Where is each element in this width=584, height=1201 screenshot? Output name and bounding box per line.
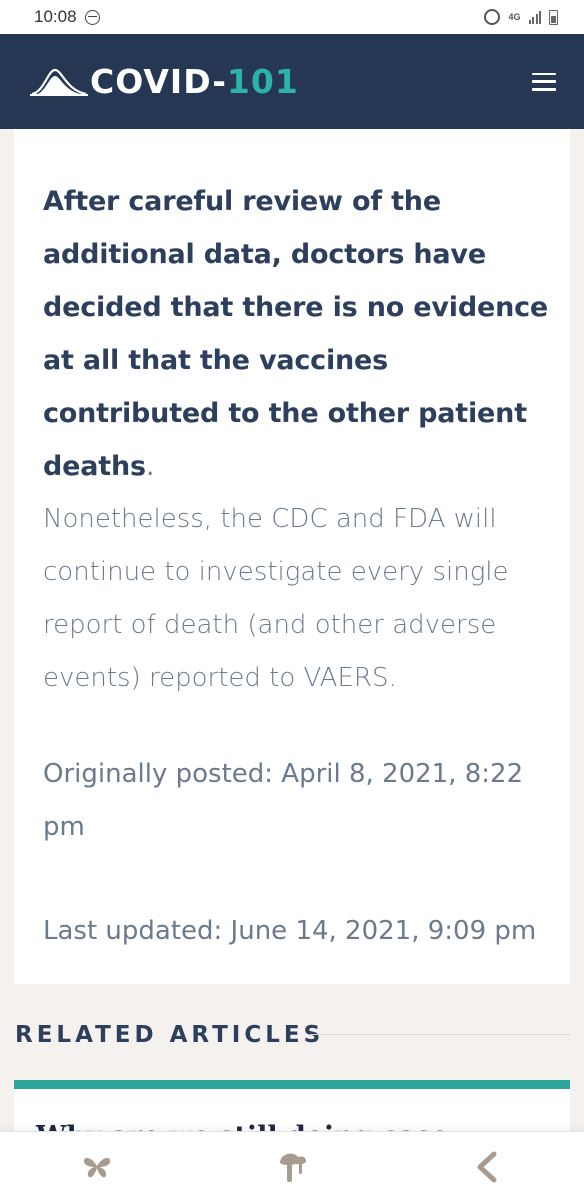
network-type-label: 4G (508, 11, 521, 22)
clock: 10:08 (34, 7, 77, 26)
bottom-nav-bar (0, 1131, 584, 1201)
article-lead: After careful review of the additional d… (43, 175, 550, 493)
signal-icon (528, 10, 541, 24)
mountain-curve-icon (30, 68, 88, 96)
related-divider (310, 1034, 570, 1035)
logo-text: COVID-101 (90, 62, 299, 101)
related-articles-heading: RELATED ARTICLES (15, 1022, 325, 1048)
lead-bold-text: After careful review of the additional d… (43, 186, 549, 482)
lead-end-text: . (145, 451, 155, 482)
battery-icon (549, 9, 558, 25)
site-header: COVID-101 (0, 34, 584, 129)
mushroom-icon[interactable] (272, 1147, 312, 1187)
status-left: 10:08 (34, 7, 100, 27)
status-right: 4G (484, 9, 558, 25)
posted-date: Originally posted: April 8, 2021, 8:22 p… (43, 759, 524, 842)
back-icon[interactable] (467, 1147, 507, 1187)
status-bar: 10:08 4G (0, 0, 584, 34)
updated-date: Last updated: June 14, 2021, 9:09 pm (43, 916, 537, 946)
article-body: Nonetheless, the CDC and FDA will contin… (43, 504, 509, 693)
logo-prefix: COVID- (90, 62, 227, 101)
logo-accent: 101 (226, 62, 299, 101)
site-logo[interactable]: COVID-101 (30, 62, 299, 101)
article-card: After careful review of the additional d… (14, 129, 570, 984)
alarm-icon (484, 9, 501, 25)
butterfly-icon[interactable] (77, 1147, 117, 1187)
hamburger-menu-icon[interactable] (532, 72, 556, 91)
do-not-disturb-icon (84, 9, 100, 25)
